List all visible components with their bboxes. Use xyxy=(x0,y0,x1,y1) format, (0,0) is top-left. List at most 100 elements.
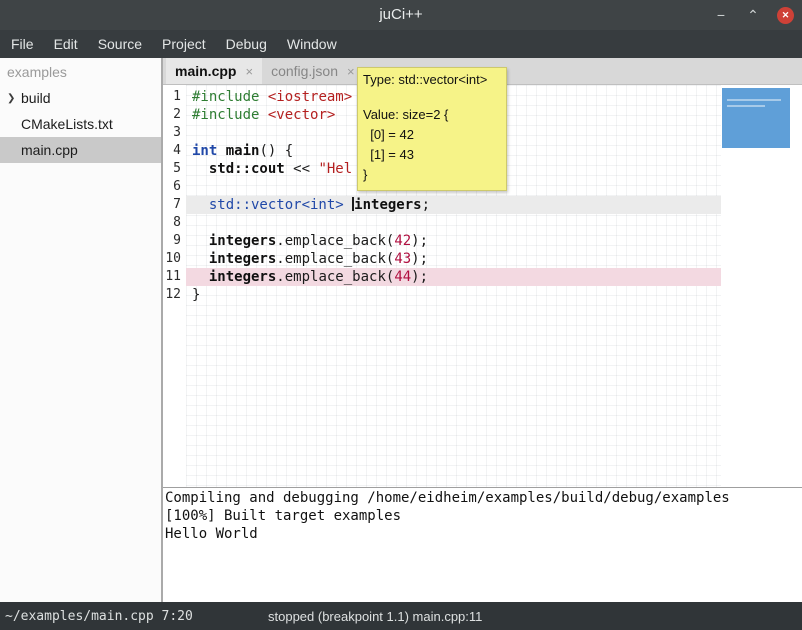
project-name: examples xyxy=(0,58,161,85)
file-tree: ❯build CMakeLists.txt main.cpp xyxy=(0,85,161,163)
close-button[interactable]: ✕ xyxy=(777,7,794,24)
code-segment: ); xyxy=(411,251,428,267)
code-segment: 42 xyxy=(394,233,411,249)
code-line-11[interactable]: 11 integers.emplace_back(44); xyxy=(163,268,802,286)
menu-bar: FileEditSourceProjectDebugWindow xyxy=(0,30,802,58)
code-segment: << xyxy=(285,161,319,177)
code-segment: <iostream> xyxy=(268,89,352,105)
line-number[interactable]: 3 xyxy=(163,124,186,142)
line-number[interactable]: 2 xyxy=(163,106,186,124)
tree-item-main-cpp[interactable]: main.cpp xyxy=(0,137,161,163)
code-segment xyxy=(259,89,267,105)
code-text: integers.emplace_back(42); xyxy=(186,232,721,250)
tab-config-json[interactable]: config.json × xyxy=(262,58,364,84)
minimize-button[interactable]: − xyxy=(713,7,729,23)
output-line: [100%] Built target examples xyxy=(165,507,802,525)
code-segment xyxy=(192,251,209,267)
code-line-7[interactable]: 7 std::vector<int> integers; xyxy=(163,196,802,214)
menu-item-window[interactable]: Window xyxy=(277,30,347,58)
window-title: juCi++ xyxy=(0,0,802,30)
code-segment: integers xyxy=(209,233,276,249)
code-segment: integers xyxy=(209,269,276,285)
code-segment: ); xyxy=(411,233,428,249)
line-number[interactable]: 10 xyxy=(163,250,186,268)
line-number[interactable]: 7 xyxy=(163,196,186,214)
code-segment xyxy=(192,161,209,177)
thumbnail-line xyxy=(727,105,765,107)
code-text: integers.emplace_back(44); xyxy=(186,268,721,286)
tooltip-value-line: [1] = 43 xyxy=(363,145,501,165)
close-icon[interactable]: × xyxy=(245,64,253,79)
code-segment: main xyxy=(226,143,260,159)
code-segment: ; xyxy=(422,197,430,213)
code-segment xyxy=(192,269,209,285)
code-line-12[interactable]: 12} xyxy=(163,286,802,304)
thumbnail-line xyxy=(727,99,781,101)
code-segment: .emplace_back( xyxy=(276,251,394,267)
tab-label: config.json xyxy=(271,63,338,79)
tree-item-build[interactable]: ❯build xyxy=(0,85,161,111)
line-number[interactable]: 5 xyxy=(163,160,186,178)
code-segment: } xyxy=(192,287,200,303)
line-number[interactable]: 11 xyxy=(163,268,186,286)
code-segment: () { xyxy=(259,143,293,159)
code-segment: integers xyxy=(354,197,421,213)
code-segment xyxy=(344,197,352,213)
tree-item-label: main.cpp xyxy=(21,142,78,158)
tooltip-value-line: [0] = 42 xyxy=(363,125,501,145)
code-text: } xyxy=(186,286,721,304)
code-line-9[interactable]: 9 integers.emplace_back(42); xyxy=(163,232,802,250)
tree-item-cmakelists-txt[interactable]: CMakeLists.txt xyxy=(0,111,161,137)
line-number[interactable]: 4 xyxy=(163,142,186,160)
code-segment xyxy=(259,107,267,123)
output-panel[interactable]: Compiling and debugging /home/eidheim/ex… xyxy=(163,488,802,602)
code-segment: #include xyxy=(192,107,259,123)
tooltip-value-line: Value: size=2 { xyxy=(363,105,501,125)
line-number[interactable]: 9 xyxy=(163,232,186,250)
code-text: std::vector<int> integers; xyxy=(186,196,721,214)
code-segment: .emplace_back( xyxy=(276,269,394,285)
menu-item-file[interactable]: File xyxy=(1,30,44,58)
tree-item-label: CMakeLists.txt xyxy=(21,116,113,132)
juci-window: juCi++ − ⌃ ✕ FileEditSourceProjectDebugW… xyxy=(0,0,802,630)
code-segment: 44 xyxy=(394,269,411,285)
code-segment xyxy=(192,197,209,213)
menu-item-debug[interactable]: Debug xyxy=(216,30,277,58)
title-bar: juCi++ − ⌃ ✕ xyxy=(0,0,802,30)
tab-label: main.cpp xyxy=(175,63,236,79)
code-text xyxy=(186,214,721,232)
code-line-8[interactable]: 8 xyxy=(163,214,802,232)
code-segment: ); xyxy=(411,269,428,285)
close-icon[interactable]: × xyxy=(347,64,355,79)
tab-main-cpp[interactable]: main.cpp × xyxy=(166,58,262,84)
code-segment xyxy=(217,143,225,159)
code-segment: integers xyxy=(209,251,276,267)
code-segment: int xyxy=(192,143,217,159)
tooltip-value-line: } xyxy=(363,165,501,185)
code-segment: 43 xyxy=(394,251,411,267)
menu-item-project[interactable]: Project xyxy=(152,30,216,58)
debug-tooltip: Type: std::vector<int> Value: size=2 { [… xyxy=(357,67,507,191)
tree-item-label: build xyxy=(21,90,51,106)
menu-item-edit[interactable]: Edit xyxy=(44,30,88,58)
line-number[interactable]: 1 xyxy=(163,88,186,106)
chevron-right-icon[interactable]: ❯ xyxy=(7,93,21,104)
code-segment: #include xyxy=(192,89,259,105)
code-line-10[interactable]: 10 integers.emplace_back(43); xyxy=(163,250,802,268)
code-segment: std::vector<int> xyxy=(209,197,344,213)
tooltip-type: Type: std::vector<int> xyxy=(363,71,501,89)
code-segment: std::cout xyxy=(209,161,285,177)
status-debug-state: stopped (breakpoint 1.1) main.cpp:11 xyxy=(268,602,482,630)
code-segment xyxy=(192,233,209,249)
line-number[interactable]: 8 xyxy=(163,214,186,232)
status-file-position: ~/examples/main.cpp 7:20 xyxy=(5,602,193,630)
menu-item-source[interactable]: Source xyxy=(88,30,152,58)
output-line: Compiling and debugging /home/eidheim/ex… xyxy=(165,489,802,507)
maximize-button[interactable]: ⌃ xyxy=(745,7,761,24)
sidebar: examples ❯build CMakeLists.txt main.cpp xyxy=(0,58,161,602)
status-bar: ~/examples/main.cpp 7:20 stopped (breakp… xyxy=(0,602,802,630)
tooltip-values: Value: size=2 { [0] = 42 [1] = 43} xyxy=(363,105,501,185)
line-number[interactable]: 12 xyxy=(163,286,186,304)
line-number[interactable]: 6 xyxy=(163,178,186,196)
window-controls: − ⌃ ✕ xyxy=(713,0,794,30)
